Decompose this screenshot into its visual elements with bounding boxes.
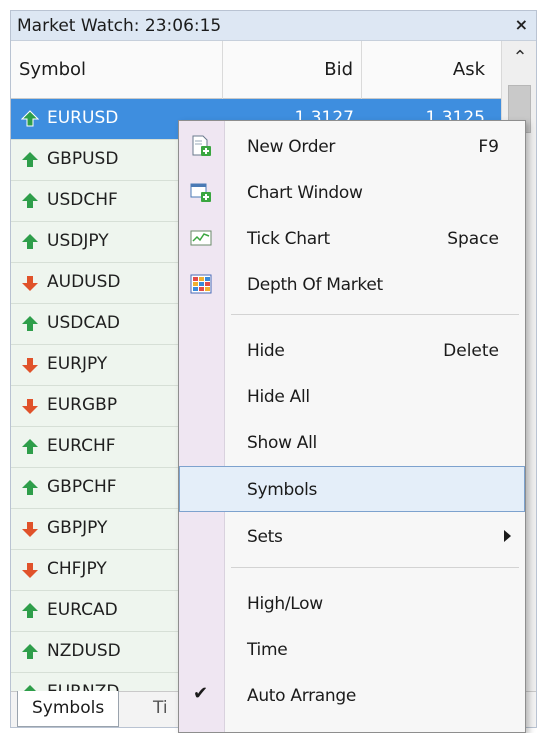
symbol-name: USDCAD: [47, 313, 120, 333]
menu-item-shortcut: Space: [447, 229, 499, 249]
menu-item-shortcut: F9: [478, 137, 499, 157]
tab-symbols[interactable]: Symbols: [17, 691, 120, 727]
menu-item-label: Chart Window: [247, 183, 363, 203]
symbol-name: GBPUSD: [47, 149, 119, 169]
arrow-up-icon: [22, 603, 38, 618]
menu-item-label: Symbols: [247, 480, 318, 500]
menu-item-time[interactable]: Time: [179, 626, 525, 672]
menu-item-shortcut: Delete: [443, 341, 499, 361]
arrow-up-icon: [22, 644, 38, 659]
menu-item-high-low[interactable]: High/Low: [179, 580, 525, 626]
menu-item-label: High/Low: [247, 594, 323, 614]
column-header-bid[interactable]: Bid: [223, 41, 362, 99]
arrow-up-icon: [22, 316, 38, 331]
menu-item-depth-of-market[interactable]: Depth Of Market: [179, 261, 525, 307]
arrow-up-icon: [22, 480, 38, 495]
symbol-name: USDJPY: [47, 231, 109, 251]
menu-item-label: Sets: [247, 527, 283, 547]
depth-of-market-icon: [190, 274, 212, 294]
menu-item-hide-all[interactable]: Hide All: [179, 373, 525, 419]
arrow-up-icon: [22, 439, 38, 454]
menu-item-new-order[interactable]: New Order F9: [179, 123, 525, 169]
menu-item-grid[interactable]: Grid: [179, 718, 525, 732]
arrow-down-icon: [22, 358, 38, 373]
window-title: Market Watch: 23:06:15: [17, 16, 222, 36]
symbol-name: NZDUSD: [47, 641, 121, 661]
symbol-name: EURJPY: [47, 354, 108, 374]
chart-window-icon: [190, 183, 211, 202]
arrow-down-icon: [22, 276, 38, 291]
checkmark-icon: ✔: [193, 683, 209, 704]
menu-item-show-all[interactable]: Show All: [179, 419, 525, 465]
tick-chart-icon: [190, 230, 212, 246]
symbol-name: GBPCHF: [47, 477, 117, 497]
menu-item-chart-window[interactable]: Chart Window: [179, 169, 525, 215]
context-menu: New Order F9 Chart Window Tick Chart Space De…: [178, 120, 526, 733]
menu-item-label: Depth Of Market: [247, 275, 383, 295]
symbol-name: EURUSD: [47, 108, 119, 128]
arrow-up-icon: [21, 110, 39, 127]
menu-item-label: Tick Chart: [247, 229, 330, 249]
menu-item-symbols[interactable]: Symbols: [179, 466, 525, 512]
menu-item-auto-arrange[interactable]: ✔ Auto Arrange: [179, 672, 525, 718]
column-header-symbol[interactable]: Symbol: [11, 41, 223, 99]
symbol-name: EURCHF: [47, 436, 116, 456]
menu-item-label: Auto Arrange: [247, 686, 357, 706]
menu-separator: [231, 314, 519, 315]
symbol-name: EURCAD: [47, 600, 118, 620]
arrow-up-icon: [22, 193, 38, 208]
tab-tick-chart[interactable]: Ti: [139, 691, 182, 727]
table-header: Symbol Bid Ask: [11, 41, 501, 99]
menu-item-hide[interactable]: Hide Delete: [179, 327, 525, 373]
close-button[interactable]: ×: [515, 15, 528, 34]
arrow-down-icon: [22, 563, 38, 578]
arrow-up-icon: [22, 152, 38, 167]
menu-item-label: Time: [247, 640, 288, 660]
scroll-up-icon[interactable]: ⌃: [502, 47, 536, 77]
menu-item-tick-chart[interactable]: Tick Chart Space: [179, 215, 525, 261]
symbol-name: GBPJPY: [47, 518, 108, 538]
menu-item-label: New Order: [247, 137, 336, 157]
menu-item-sets[interactable]: Sets: [179, 513, 525, 559]
title-bar[interactable]: Market Watch: 23:06:15 ×: [11, 11, 536, 41]
symbol-name: CHFJPY: [47, 559, 107, 579]
symbol-name: AUDUSD: [47, 272, 121, 292]
symbol-name: USDCHF: [47, 190, 118, 210]
menu-item-label: Show All: [247, 433, 317, 453]
arrow-down-icon: [22, 522, 38, 537]
submenu-arrow-icon: [504, 530, 511, 542]
menu-item-label: Hide: [247, 341, 285, 361]
column-header-ask[interactable]: Ask: [362, 41, 501, 99]
symbol-name: EURGBP: [47, 395, 118, 415]
menu-item-label: Hide All: [247, 387, 310, 407]
menu-separator: [231, 567, 519, 568]
arrow-up-icon: [22, 234, 38, 249]
new-order-icon: [192, 135, 211, 156]
arrow-down-icon: [22, 399, 38, 414]
